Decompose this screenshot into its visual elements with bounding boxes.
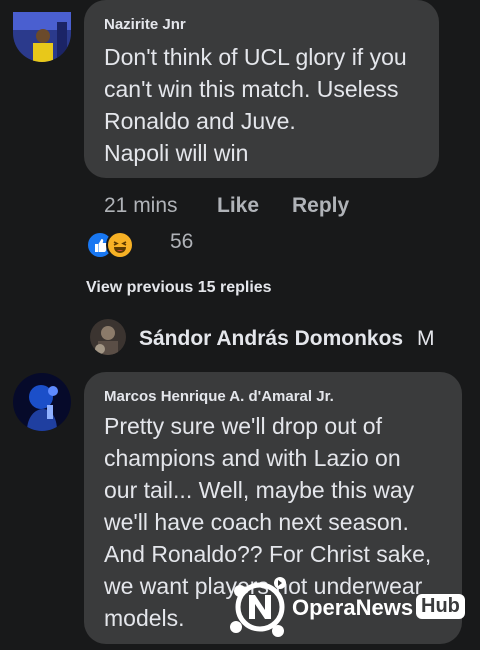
- comment-text-1-line-3: Ronaldo and Juve.: [104, 108, 296, 134]
- avatar-sandor[interactable]: [90, 319, 126, 355]
- reply-preview-author[interactable]: Sándor András Domonkos M: [139, 327, 454, 351]
- reaction-count: 56: [170, 230, 194, 253]
- comment-text-1-line-1: Don't think of UCL glory if you: [104, 44, 407, 70]
- like-button[interactable]: Like: [217, 194, 259, 218]
- comment-author-1[interactable]: Nazirite Jnr: [104, 16, 186, 33]
- watermark-brand: OperaNews: [292, 595, 414, 620]
- avatar-marcos[interactable]: [13, 373, 71, 431]
- comment-text-1-line-4: Napoli will win: [104, 140, 249, 166]
- comment-author-2[interactable]: Marcos Henrique A. d'Amaral Jr.: [104, 388, 334, 405]
- comment-text-2-line-5: And Ronaldo?? For Christ sake,: [104, 541, 432, 567]
- reactions-summary[interactable]: 56: [86, 230, 206, 259]
- comment-text-1-line-2: can't win this match. Useless: [104, 76, 399, 102]
- comment-text-2-line-2: champions and with Lazio on: [104, 445, 401, 471]
- reply-button[interactable]: Reply: [292, 194, 349, 218]
- comment-text-2-line-3: our tail... Well, maybe this way: [104, 477, 415, 503]
- operanews-watermark: OperaNews Hub: [228, 573, 468, 641]
- comment-text-2-line-1: Pretty sure we'll drop out of: [104, 413, 382, 439]
- watermark-badge: Hub: [416, 594, 465, 619]
- reply-preview-author-name[interactable]: Sándor András Domonkos: [139, 327, 403, 350]
- reply-preview-snippet: M: [416, 327, 435, 350]
- comment-text-2-line-4: we'll have coach next season.: [104, 509, 409, 535]
- view-previous-replies-link[interactable]: View previous 15 replies: [86, 279, 272, 297]
- operanews-logo-icon: [230, 577, 286, 637]
- avatar-nazirite[interactable]: [13, 12, 71, 62]
- haha-icon: [106, 231, 134, 259]
- comment-timestamp-1: 21 mins: [104, 194, 178, 217]
- comment-text-2-line-7: models.: [104, 605, 185, 631]
